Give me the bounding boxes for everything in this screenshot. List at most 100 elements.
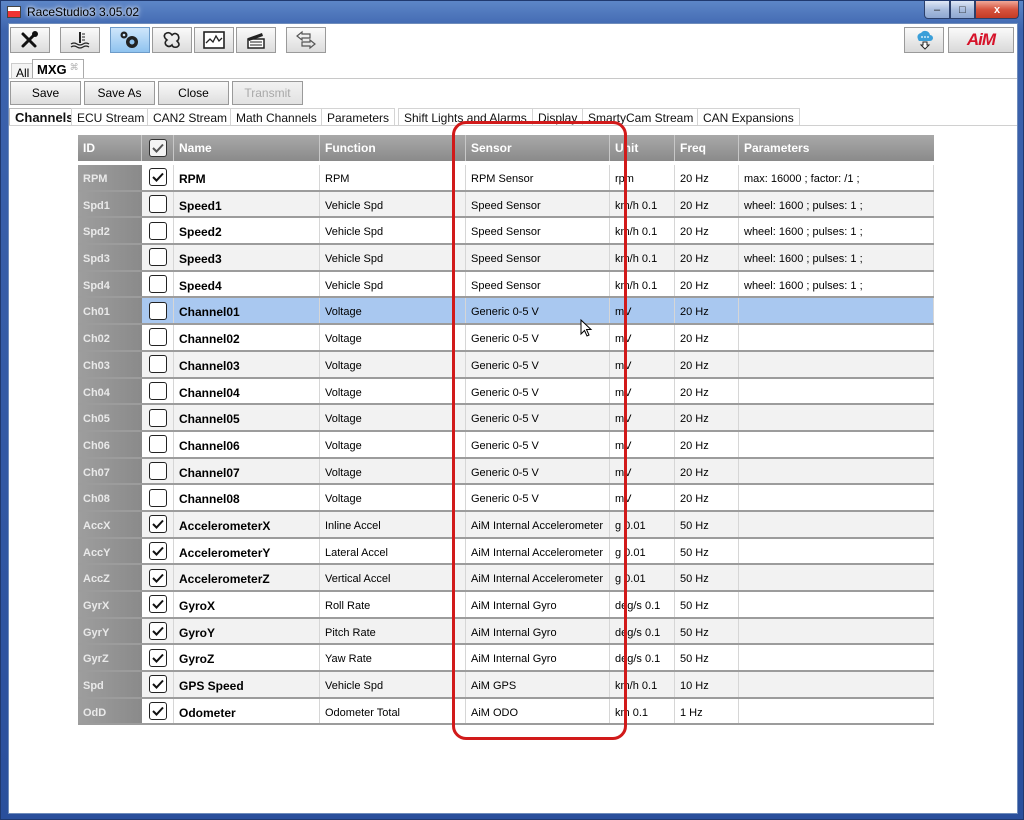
channel-unit[interactable]: km/h 0.1 (610, 218, 675, 244)
water-temp-button[interactable] (60, 27, 100, 53)
channel-function[interactable]: Voltage (320, 378, 466, 404)
channel-function[interactable]: Vehicle Spd (320, 271, 466, 297)
close-window-button[interactable]: x (975, 1, 1019, 19)
channel-sensor[interactable]: Generic 0-5 V (466, 458, 610, 484)
table-row[interactable]: Ch05 Channel05 Voltage Generic 0-5 VmV 20 Hz (78, 405, 934, 432)
table-row[interactable]: GyrY GyroY Pitch Rate AiM Internal Gyro deg/… (78, 618, 934, 646)
table-row[interactable]: Ch04 Channel04 Voltage Generic 0-5 VmV 20 Hz (78, 378, 934, 406)
channel-function[interactable]: Voltage (320, 431, 466, 457)
channel-name[interactable]: AccelerometerY (174, 538, 320, 564)
table-row[interactable]: AccZ AccelerometerZ Vertical Accel AiM Inte… (78, 565, 934, 592)
channel-parameters[interactable] (739, 592, 934, 617)
channel-sensor[interactable]: Generic 0-5 V (466, 485, 610, 510)
channel-sensor[interactable]: AiM Internal Accelerometer (466, 565, 610, 590)
channel-function[interactable]: Voltage (320, 458, 466, 484)
device-tab-all[interactable]: All (11, 63, 35, 80)
channel-unit[interactable]: g 0.01 (610, 538, 675, 564)
channel-name[interactable]: Channel02 (174, 325, 320, 350)
channel-function[interactable]: Vehicle Spd (320, 672, 466, 697)
channel-name[interactable]: GyroZ (174, 645, 320, 671)
channel-unit[interactable]: deg/s 0.1 (610, 618, 675, 644)
channel-freq[interactable]: 20 Hz (675, 458, 739, 484)
device-tab-mxg[interactable]: MXG ⌘ (32, 59, 84, 79)
tab-parameters[interactable]: Parameters (321, 108, 396, 126)
channel-parameters[interactable] (739, 351, 934, 377)
channel-unit[interactable]: mV (610, 325, 675, 350)
channel-function[interactable]: RPM (320, 165, 466, 190)
channel-unit[interactable]: mV (610, 485, 675, 510)
cloud-download-button[interactable] (904, 27, 944, 53)
table-row[interactable]: Spd3 Speed3 Vehicle Spd Speed Sensor km/h 0.… (78, 245, 934, 272)
channel-function[interactable]: Roll Rate (320, 592, 466, 617)
tab-channels[interactable]: Channels (9, 108, 80, 126)
channel-parameters[interactable]: wheel: 1600 ; pulses: 1 ; (739, 218, 934, 244)
table-row[interactable]: Ch02 Channel02 Voltage Generic 0-5 VmV 20 Hz (78, 325, 934, 352)
save-as-button[interactable]: Save As (84, 81, 155, 105)
channel-name[interactable]: Channel04 (174, 378, 320, 404)
channel-sensor[interactable]: Generic 0-5 V (466, 431, 610, 457)
enable-checkbox[interactable] (148, 595, 167, 614)
column-header-name[interactable]: Name (174, 135, 320, 161)
channel-unit[interactable]: g 0.01 (610, 511, 675, 537)
channel-unit[interactable]: km/h 0.1 (610, 672, 675, 697)
channel-freq[interactable]: 1 Hz (675, 698, 739, 724)
table-row[interactable]: Ch03 Channel03 Voltage Generic 0-5 VmV 20 Hz (78, 351, 934, 379)
transmit-button[interactable]: Transmit (232, 81, 303, 105)
channel-freq[interactable]: 20 Hz (675, 431, 739, 457)
transfer-button[interactable] (286, 27, 326, 53)
channel-freq[interactable]: 50 Hz (675, 538, 739, 564)
channel-function[interactable]: Voltage (320, 405, 466, 430)
channel-function[interactable]: Odometer Total (320, 698, 466, 724)
aim-logo-button[interactable]: AiM (948, 27, 1014, 53)
channel-name[interactable]: Channel03 (174, 351, 320, 377)
channel-unit[interactable]: km/h 0.1 (610, 245, 675, 270)
column-header-id[interactable]: ID (78, 135, 142, 161)
enable-checkbox[interactable] (148, 408, 167, 427)
enable-checkbox[interactable] (148, 648, 167, 667)
close-tab-icon[interactable]: ⌘ (70, 62, 79, 72)
tab-can2-stream[interactable]: CAN2 Stream (147, 108, 234, 126)
channel-freq[interactable]: 20 Hz (675, 165, 739, 190)
enable-checkbox[interactable] (148, 168, 167, 187)
channel-name[interactable]: AccelerometerZ (174, 565, 320, 590)
channel-function[interactable]: Lateral Accel (320, 538, 466, 564)
enable-checkbox[interactable] (148, 461, 167, 480)
channel-freq[interactable]: 50 Hz (675, 592, 739, 617)
channel-name[interactable]: GyroY (174, 618, 320, 644)
tab-display[interactable]: Display (532, 108, 584, 126)
channel-function[interactable]: Voltage (320, 325, 466, 350)
channel-parameters[interactable]: wheel: 1600 ; pulses: 1 ; (739, 271, 934, 297)
enable-checkbox[interactable] (148, 675, 167, 694)
channel-sensor[interactable]: AiM Internal Accelerometer (466, 538, 610, 564)
channel-freq[interactable]: 10 Hz (675, 672, 739, 697)
channel-function[interactable]: Inline Accel (320, 511, 466, 537)
enable-checkbox[interactable] (148, 195, 167, 214)
table-row[interactable]: Ch01 Channel01 Voltage Generic 0-5 VmV 20 Hz (78, 298, 934, 326)
channel-name[interactable]: Speed4 (174, 271, 320, 297)
enable-checkbox[interactable] (148, 355, 167, 374)
data-analysis-button[interactable] (194, 27, 234, 53)
channel-parameters[interactable] (739, 511, 934, 537)
table-row[interactable]: AccY AccelerometerY Lateral Accel AiM Inter… (78, 538, 934, 566)
table-row[interactable]: Ch06 Channel06 Voltage Generic 0-5 VmV 20 Hz (78, 431, 934, 459)
table-row[interactable]: Spd2 Speed2 Vehicle Spd Speed Sensor km/h 0.… (78, 218, 934, 246)
enable-checkbox[interactable] (148, 275, 167, 294)
channel-freq[interactable]: 20 Hz (675, 271, 739, 297)
channel-name[interactable]: GyroX (174, 592, 320, 617)
table-row[interactable]: GyrX GyroX Roll Rate AiM Internal Gyro deg/s… (78, 592, 934, 619)
channel-name[interactable]: Channel07 (174, 458, 320, 484)
table-row[interactable]: AccX AccelerometerX Inline Accel AiM Intern… (78, 511, 934, 539)
column-header-parameters[interactable]: Parameters (739, 135, 934, 161)
table-row[interactable]: Ch08 Channel08 Voltage Generic 0-5 VmV 20 Hz (78, 485, 934, 512)
enable-checkbox[interactable] (148, 381, 167, 400)
channel-name[interactable]: AccelerometerX (174, 511, 320, 537)
channel-sensor[interactable]: RPM Sensor (466, 165, 610, 190)
channel-sensor[interactable]: AiM Internal Gyro (466, 592, 610, 617)
channel-name[interactable]: Speed3 (174, 245, 320, 270)
channel-unit[interactable]: mV (610, 298, 675, 324)
enable-checkbox[interactable] (148, 622, 167, 641)
column-header-freq[interactable]: Freq (675, 135, 739, 161)
channel-parameters[interactable] (739, 645, 934, 671)
channel-name[interactable]: Channel06 (174, 431, 320, 457)
enable-checkbox[interactable] (148, 221, 167, 240)
